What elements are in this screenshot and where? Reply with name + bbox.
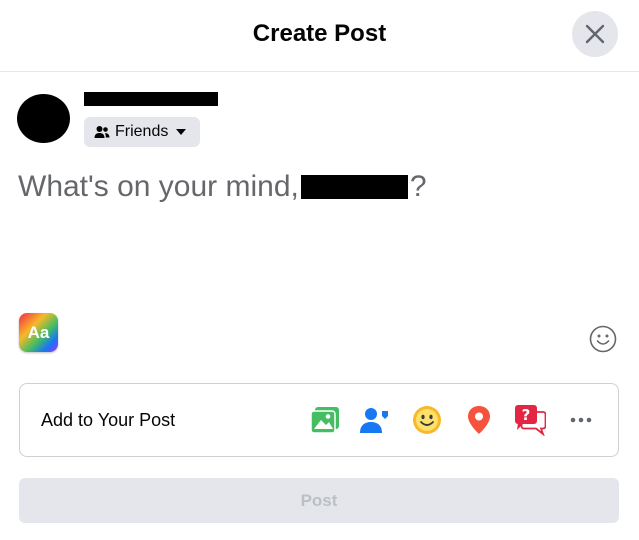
audience-label: Friends: [115, 123, 169, 140]
photo-video-button[interactable]: [307, 402, 343, 438]
check-in-button[interactable]: [461, 402, 497, 438]
dialog-header: Create Post: [0, 0, 639, 72]
tag-people-icon: [360, 408, 388, 433]
post-button-label: Post: [300, 490, 338, 510]
caret-down-icon: [176, 129, 187, 135]
close-button[interactable]: [572, 11, 618, 57]
text-format-button[interactable]: Aa: [19, 313, 58, 352]
host-qa-button[interactable]: ?: [512, 402, 548, 438]
photo-icon: [310, 407, 339, 434]
add-to-post-label: Add to Your Post: [41, 410, 176, 430]
question-chat-icon: ?: [515, 405, 546, 436]
friends-icon: [94, 126, 110, 138]
svg-text:?: ?: [522, 406, 531, 424]
composer-prompt-suffix: ?: [409, 170, 427, 203]
composer-prompt-prefix: What's on your mind,: [18, 170, 299, 203]
feeling-icon: [413, 406, 441, 434]
post-button[interactable]: Post: [19, 478, 619, 523]
add-to-post-panel: Add to Your Post ?: [19, 383, 619, 457]
more-dots-icon: [570, 417, 592, 423]
emoji-picker-button[interactable]: [589, 325, 617, 358]
tag-people-button[interactable]: [357, 402, 393, 438]
avatar: [17, 94, 70, 143]
smiley-icon: [589, 325, 617, 353]
post-composer-input[interactable]: What's on your mind, ?: [18, 170, 427, 204]
text-format-label: Aa: [27, 322, 50, 342]
audience-selector[interactable]: Friends: [84, 117, 200, 147]
location-pin-icon: [468, 406, 490, 434]
more-options-button[interactable]: [563, 402, 599, 438]
feeling-activity-button[interactable]: [409, 402, 445, 438]
redacted-first-name: [300, 175, 408, 199]
close-icon: [585, 24, 605, 44]
dialog-title: Create Post: [252, 20, 387, 47]
user-name: D.D.Kanti Kumar: [84, 92, 218, 106]
